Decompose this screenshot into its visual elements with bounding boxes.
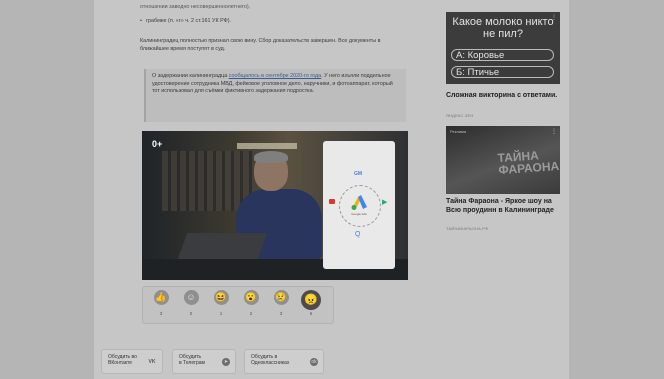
play-store-icon: ▶ [382, 199, 388, 206]
quiz-option-b: Б: Птичье [451, 66, 554, 78]
video-person-hair [254, 151, 288, 163]
reaction-count: 0 [189, 311, 193, 316]
reaction-smile[interactable]: ☺ 0 [181, 290, 201, 316]
article-bullet: грабеже (п. «г» ч. 2 ст.161 УК РФ). [140, 18, 406, 26]
quiz-ad-image[interactable]: Какое молоко никто не пил? А: Коровье Б:… [446, 12, 560, 84]
reactions-bar: 👍 3 ☺ 0 😆 1 😮 2 😢 3 😠 6 [142, 286, 334, 324]
pharaoh-ad-source: ТАЙНАФАРАОНА.РФ [446, 226, 489, 231]
youtube-icon [329, 199, 335, 204]
laugh-icon: 😆 [213, 290, 229, 305]
ads-caption: Google Ads [351, 212, 367, 216]
age-rating-badge: 0+ [152, 139, 163, 149]
reaction-count: 3 [159, 311, 163, 316]
thumbs-up-icon: 👍 [153, 290, 169, 305]
pharaoh-ad-image[interactable]: Реклама ТАЙНА ФАРАОНА ⋮ [446, 126, 560, 194]
angry-icon: 😠 [301, 290, 321, 310]
pharaoh-ad-logo: ТАЙНА ФАРАОНА [497, 148, 560, 178]
quote-link[interactable]: сообщалось в сентябре 2020-го года [229, 73, 321, 79]
quiz-option-a: А: Коровье [451, 49, 554, 61]
search-icon: Q [355, 231, 361, 238]
surprised-icon: 😮 [243, 290, 259, 305]
sad-icon: 😢 [273, 290, 289, 305]
video-shelf [162, 151, 252, 211]
odnoklassniki-icon: ok [310, 358, 318, 366]
video-ad-panel[interactable]: GM Google Ads ▶ Q [323, 141, 395, 269]
reaction-surprised[interactable]: 😮 2 [241, 290, 261, 316]
telegram-icon: ➤ [222, 358, 230, 366]
pharaoh-ad-title[interactable]: Тайна Фараона - Яркое шоу на Всю проудин… [446, 198, 558, 215]
reaction-count: 1 [219, 311, 223, 316]
gmail-icon: GM [354, 171, 363, 177]
smile-icon: ☺ [183, 290, 199, 305]
google-ads-icon [351, 195, 367, 210]
article-quote: О задержании калининградца сообщалось в … [144, 69, 406, 122]
reaction-angry[interactable]: 😠 6 [301, 290, 321, 316]
video-light [237, 143, 297, 149]
more-options-icon[interactable]: ⋮ [551, 128, 557, 135]
more-options-icon[interactable]: ⋮ [551, 14, 557, 21]
quote-text-start: О задержании калининградца [152, 73, 229, 79]
reaction-count: 6 [309, 311, 313, 316]
reaction-laugh[interactable]: 😆 1 [211, 290, 231, 316]
vk-icon: VK [148, 359, 156, 365]
discuss-telegram-button[interactable]: Обсудить в Телеграм ➤ [172, 349, 236, 374]
ad-label: Реклама [450, 129, 467, 134]
quiz-ad-source: ЯНДЕКС.ЗЕН [446, 113, 474, 118]
discuss-odnoklassniki-button[interactable]: Обсудить в Одноклассниках ok [244, 349, 324, 374]
quiz-ad-title[interactable]: Сложная викторина с ответами. [446, 92, 558, 101]
quiz-question: Какое молоко никто не пил? [452, 16, 554, 40]
reaction-sad[interactable]: 😢 3 [271, 290, 291, 316]
article-paragraph: Калининградец полностью признал свою вин… [140, 38, 381, 52]
reaction-count: 2 [249, 311, 253, 316]
reaction-count: 3 [279, 311, 283, 316]
discuss-vk-button[interactable]: Обсудить во ВКонтакте VK [101, 349, 163, 374]
reaction-thumbs-up[interactable]: 👍 3 [151, 290, 171, 316]
article-cut-line: отношении заводно несовершеннолетнего), [140, 4, 251, 10]
video-player[interactable]: 0+ GM Google Ads ▶ Q [142, 131, 408, 280]
